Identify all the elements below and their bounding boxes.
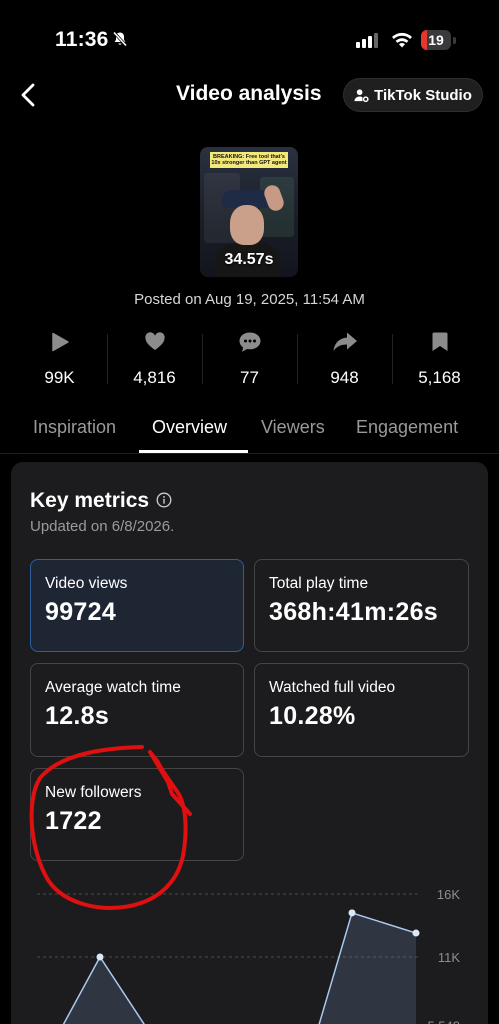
metric-label: Total play time [269, 575, 369, 592]
chart-data-point[interactable] [348, 909, 356, 917]
stat-comments-value: 77 [240, 368, 259, 387]
person-face-decor [230, 205, 264, 245]
wifi-icon [390, 30, 414, 55]
battery-level: 19 [428, 32, 444, 48]
metric-value: 99724 [45, 598, 117, 626]
analysis-tabs: Inspiration Overview Viewers Engagement [0, 414, 499, 454]
chart-data-point[interactable] [96, 953, 104, 961]
chart-y-tick-label: 11K [438, 950, 460, 965]
chart-area-fill [63, 912, 416, 1024]
video-analysis-screen: 11:36 19 Video analysis TikTok Studio BR… [0, 0, 499, 1024]
tabs-divider [0, 453, 499, 454]
video-stats-row: 99K 4,816 77 948 5,168 [12, 328, 487, 390]
stat-shares: 948 [297, 328, 392, 390]
metric-label: Average watch time [45, 679, 181, 696]
chevron-left-icon [21, 83, 35, 107]
stat-views: 99K [12, 328, 107, 390]
metric-average-watch-time[interactable]: Average watch time 12.8s [30, 663, 244, 757]
page-title: Video analysis [176, 82, 322, 105]
metric-label: New followers [45, 784, 142, 801]
comment-icon [202, 328, 297, 356]
bell-off-icon [112, 31, 128, 52]
stat-views-value: 99K [44, 368, 75, 387]
metrics-updated-date: Updated on 6/8/2026. [30, 518, 175, 535]
metric-watched-full-video[interactable]: Watched full video 10.28% [254, 663, 469, 757]
video-thumbnail[interactable]: BREAKING: Free tool that's 10x stronger … [200, 147, 298, 277]
stat-shares-value: 948 [330, 368, 359, 387]
posted-date: Posted on Aug 19, 2025, 11:54 AM [134, 291, 365, 308]
metric-label: Video views [45, 575, 128, 592]
tiktok-studio-label: TikTok Studio [374, 86, 472, 104]
play-icon [12, 328, 107, 356]
metric-value: 368h:41m:26s [269, 598, 438, 626]
share-icon [297, 328, 392, 356]
tab-overview[interactable]: Overview [152, 417, 227, 438]
metric-total-play-time[interactable]: Total play time 368h:41m:26s [254, 559, 469, 652]
stat-saves: 5,168 [392, 328, 487, 390]
metric-value: 10.28% [269, 702, 356, 730]
metric-value: 12.8s [45, 702, 110, 730]
stat-likes: 4,816 [107, 328, 202, 390]
info-icon[interactable] [156, 492, 172, 513]
tiktok-studio-button[interactable]: TikTok Studio [343, 78, 483, 112]
cellular-signal-icon [356, 32, 378, 48]
heart-icon [107, 328, 202, 356]
stat-comments: 77 [202, 328, 297, 390]
status-bar: 11:36 19 [0, 0, 499, 70]
bookmark-icon [392, 328, 487, 356]
metric-video-views[interactable]: Video views 99724 [30, 559, 244, 652]
key-metrics-title: Key metrics [30, 489, 150, 512]
stat-likes-value: 4,816 [133, 368, 176, 387]
status-time: 11:36 [55, 28, 109, 51]
chart-data-point[interactable] [412, 929, 420, 937]
thumbnail-banner-text: BREAKING: Free tool that's 10x stronger … [210, 152, 288, 168]
stat-saves-value: 5,168 [418, 368, 461, 387]
video-duration: 34.57s [224, 251, 274, 268]
metric-new-followers[interactable]: New followers 1722 [30, 768, 244, 861]
metric-value: 1722 [45, 807, 102, 835]
tab-engagement[interactable]: Engagement [356, 417, 458, 438]
metric-label: Watched full video [269, 679, 396, 696]
tab-inspiration[interactable]: Inspiration [33, 417, 116, 438]
views-trend-chart: 16K 11K 5,548 [37, 887, 460, 1024]
key-metrics-card: Key metrics Updated on 6/8/2026. Video v… [11, 462, 488, 1024]
chart-y-tick-label: 16K [437, 887, 460, 902]
user-gear-icon [354, 88, 369, 102]
chart-y-tick-label: 5,548 [427, 1019, 460, 1024]
back-button[interactable] [14, 80, 44, 110]
tab-viewers[interactable]: Viewers [261, 417, 325, 438]
